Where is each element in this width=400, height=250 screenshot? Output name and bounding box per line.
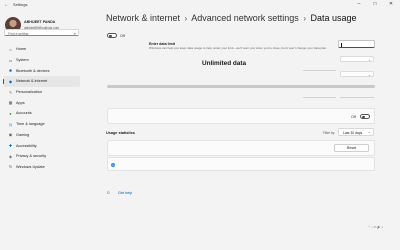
chevron-down-icon: ⌄ <box>367 130 371 135</box>
sidebar-item-accessibility[interactable]: ✚ Accessibility <box>3 140 80 151</box>
filter-by-dropdown[interactable]: Last 30 days ⌄ <box>338 128 374 136</box>
sidebar-item-label: Gaming <box>16 132 30 137</box>
filter-by-value: Last 30 days <box>343 130 363 135</box>
sidebar-item-label: Home <box>16 47 27 52</box>
breadcrumb-separator: › <box>184 14 188 23</box>
person-icon: ● <box>9 110 12 116</box>
get-help-label[interactable]: Get help <box>118 191 132 195</box>
sidebar-item-label: Windows Update <box>16 164 45 169</box>
usage-progress-bar <box>107 85 375 89</box>
brush-icon: ✎ <box>8 89 13 95</box>
get-help-link[interactable]: ☺ Get help <box>106 181 132 199</box>
update-icon: ↻ <box>8 164 13 170</box>
sidebar-item-label: Privacy & security <box>16 154 47 159</box>
sidebar-item-label: Apps <box>16 100 25 105</box>
sidebar-item-network-internet[interactable]: ◆ Network & internet <box>3 76 80 87</box>
metered-toggle[interactable] <box>360 114 370 119</box>
data-limit-toggle-label: Off <box>120 34 125 38</box>
text-caret <box>341 42 342 47</box>
accessibility-icon: ✚ <box>8 143 13 149</box>
breadcrumb-advanced-network-settings[interactable]: Advanced network settings <box>191 13 299 23</box>
wifi-icon: ◆ <box>8 78 13 84</box>
sidebar-item-accounts[interactable]: ● Accounts <box>3 108 80 119</box>
reset-button[interactable]: Reset <box>334 144 369 152</box>
help-icon: ☺ <box>106 190 111 195</box>
chevron-down-icon: ⌄ <box>367 72 371 77</box>
sidebar-item-system[interactable]: ▭ System <box>3 55 80 66</box>
sidebar-item-label: Bluetooth & devices <box>16 68 50 73</box>
close-icon[interactable]: ✕ <box>386 1 396 7</box>
search-input[interactable]: Find a setting ⌕ <box>4 29 79 36</box>
sidebar-item-apps[interactable]: ▦ Apps <box>3 97 80 108</box>
sidebar-item-personalization[interactable]: ✎ Personalization <box>3 87 80 98</box>
toggle-knob <box>109 34 112 38</box>
unlimited-data-label: Unlimited data <box>201 60 247 67</box>
toggle-knob <box>362 115 365 119</box>
search-icon[interactable]: ⌕ <box>74 31 76 36</box>
breadcrumb-network-internet[interactable]: Network & internet <box>106 13 180 23</box>
reset-date-dropdown[interactable]: ⌄ <box>340 71 374 77</box>
chevron-down-icon: ⌄ <box>367 57 371 62</box>
monitor-icon: ▭ <box>8 57 13 63</box>
sidebar-item-bluetooth-devices[interactable]: ✱ Bluetooth & devices <box>3 65 80 76</box>
divider <box>340 97 374 98</box>
sidebar-item-privacy-security[interactable]: ◈ Privacy & security <box>3 151 80 162</box>
system-tray[interactable]: ⌃ ◔ ▭ 🔊 ⌁ <box>368 225 383 229</box>
data-limit-toggle[interactable] <box>107 33 117 38</box>
back-arrow-icon[interactable]: ← <box>4 2 9 8</box>
sidebar-nav: ⌂ Home ▭ System ✱ Bluetooth & devices ◆ Network… <box>3 44 80 172</box>
app-title: Settings <box>13 2 28 7</box>
apps-icon: ▦ <box>8 100 13 106</box>
maximize-icon[interactable]: □ <box>370 1 380 7</box>
sidebar-item-label: Accounts <box>16 111 32 116</box>
page-title: Data usage <box>310 13 357 23</box>
metered-toggle-label: Off <box>351 115 356 119</box>
sidebar-item-label: Personalization <box>16 90 42 95</box>
sidebar-item-windows-update[interactable]: ↻ Windows Update <box>3 162 80 173</box>
divider <box>303 97 336 98</box>
breadcrumb-separator: › <box>303 14 306 23</box>
profile-name: ABHIJEET PANDA <box>24 20 56 24</box>
filter-by-label: Filter by <box>323 131 335 135</box>
sidebar-item-label: Time & language <box>16 122 45 127</box>
sidebar-item-home[interactable]: ⌂ Home <box>3 44 80 55</box>
sidebar-item-gaming[interactable]: ◉ Gaming <box>3 130 80 141</box>
limit-type-dropdown[interactable]: ⌄ <box>340 56 374 62</box>
sidebar-item-label: Network & internet <box>16 79 48 84</box>
data-limit-input[interactable] <box>338 40 375 48</box>
title-bar: ← Settings – □ ✕ <box>0 0 400 10</box>
metered-connection-card: Off <box>107 108 375 124</box>
clock-icon: ◷ <box>8 121 13 127</box>
shield-icon: ◈ <box>8 153 13 159</box>
bluetooth-icon: ✱ <box>8 68 13 74</box>
data-limit-description: Windows can help you keep data usage to … <box>149 46 327 50</box>
info-icon[interactable]: i <box>111 163 115 167</box>
usage-statistics-title: Usage statistics <box>106 131 135 135</box>
breadcrumb: Network & internet › Advanced network se… <box>106 13 357 23</box>
gamepad-icon: ◉ <box>8 132 13 138</box>
home-icon: ⌂ <box>9 46 12 52</box>
app-usage-card <box>107 157 375 171</box>
divider <box>303 70 336 71</box>
sidebar-item-label: Accessibility <box>16 143 37 148</box>
search-placeholder: Find a setting <box>8 31 29 36</box>
minimize-icon[interactable]: – <box>354 1 364 7</box>
sidebar-item-time-language[interactable]: ◷ Time & language <box>3 119 80 130</box>
sidebar-item-label: System <box>16 58 29 63</box>
